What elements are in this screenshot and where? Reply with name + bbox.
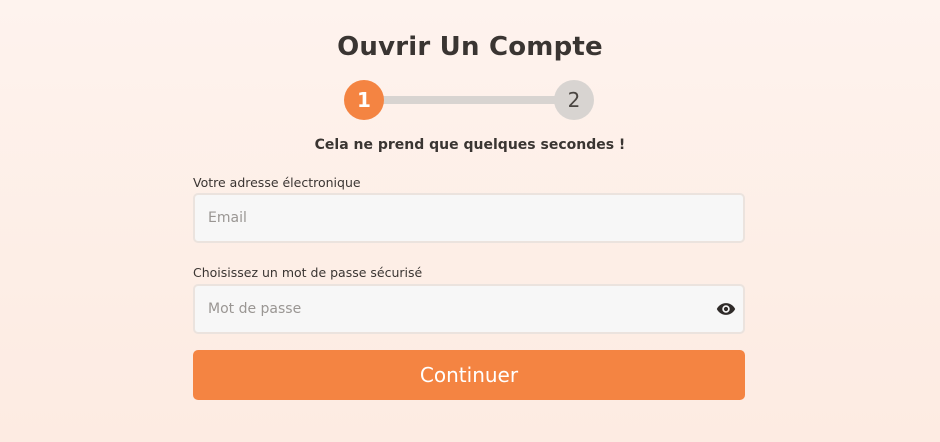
- step-1-indicator: 1: [344, 80, 384, 120]
- step-2-indicator: 2: [554, 80, 594, 120]
- continue-button[interactable]: Continuer: [193, 350, 745, 400]
- eye-icon[interactable]: [716, 299, 736, 319]
- stepper-track: [364, 96, 574, 104]
- email-field[interactable]: [193, 193, 745, 243]
- subtitle: Cela ne prend que quelques secondes !: [314, 137, 626, 153]
- password-field[interactable]: [193, 284, 745, 334]
- progress-stepper: 1 2: [344, 80, 594, 120]
- page-title: Ouvrir Un Compte: [337, 32, 603, 62]
- password-label: Choisissez un mot de passe sécurisé: [193, 265, 423, 280]
- email-label: Votre adresse électronique: [193, 175, 361, 190]
